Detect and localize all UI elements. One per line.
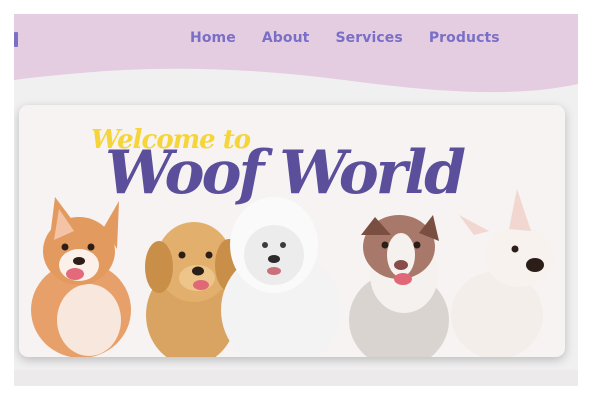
nav-link-about[interactable]: About [262, 30, 310, 46]
bull-terrier-dog-image [451, 189, 553, 357]
nav-link-services[interactable]: Services [335, 30, 402, 46]
site-header: Home About Services Products [14, 14, 578, 112]
browser-viewport: Home About Services Products Welcome to … [14, 14, 578, 386]
header-wave-background [14, 14, 578, 93]
page-bottom-strip [14, 370, 578, 386]
main-nav: Home About Services Products [190, 30, 500, 46]
nav-link-home[interactable]: Home [190, 30, 236, 46]
logo-mark[interactable] [14, 32, 18, 47]
page: Home About Services Products Welcome to … [0, 0, 594, 420]
dogs-illustration [31, 189, 553, 357]
old-english-sheepdog-image [221, 197, 341, 357]
corgi-dog-image [31, 197, 131, 357]
hero-banner: Welcome to Woof World [19, 105, 565, 357]
australian-shepherd-dog-image [349, 215, 449, 357]
nav-link-products[interactable]: Products [429, 30, 500, 46]
